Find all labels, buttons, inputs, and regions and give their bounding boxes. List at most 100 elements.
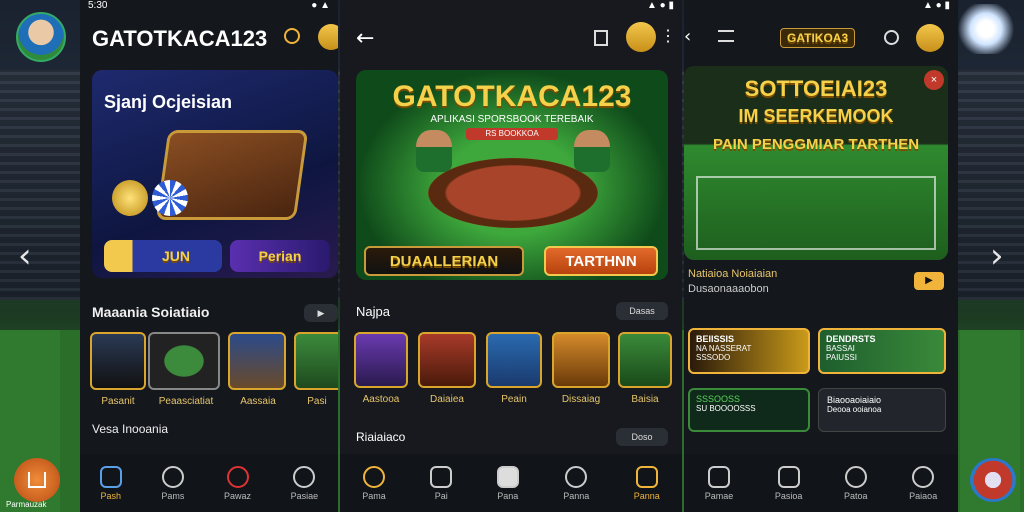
promo-card-1[interactable]: BEIISSIS NA NASSERAT SSSODO bbox=[688, 328, 810, 374]
back-icon[interactable]: ← bbox=[356, 26, 374, 51]
nav-item-live[interactable]: Pasioa bbox=[775, 465, 802, 501]
back-icon[interactable]: ‹ bbox=[684, 26, 691, 47]
section2-title: Riaiaiaco bbox=[356, 430, 406, 444]
app-icon-badge[interactable] bbox=[970, 458, 1016, 502]
nav-item-settings[interactable]: Patoa bbox=[844, 465, 868, 501]
section2-more-chip[interactable]: Doso bbox=[616, 428, 668, 446]
promo-card-4[interactable]: Biaooaoiaiaio Deooa ooianoa bbox=[818, 388, 946, 432]
status-bar: ▲ ● ▮ bbox=[684, 0, 958, 12]
logo: GATIKOA3 bbox=[780, 28, 856, 48]
info-subtitle: Dusaonaaaobon bbox=[688, 283, 769, 295]
tv-icon bbox=[777, 465, 800, 488]
game-label-4: Pasi bbox=[307, 396, 327, 407]
home-button[interactable] bbox=[14, 458, 60, 502]
nav-item-profile[interactable]: Pama bbox=[362, 465, 386, 501]
bottom-nav: Pama Pai Pana Panna Panna bbox=[340, 454, 682, 512]
casino-chips-icon bbox=[152, 180, 188, 216]
status-bar: 5:30 ● ▲ bbox=[80, 0, 338, 12]
app-title: GATOTKACA123 bbox=[92, 26, 268, 51]
promo-card-2[interactable]: DENDRSTS BASSAI PAIUSSI bbox=[818, 328, 946, 374]
more-icon[interactable]: ⋮ bbox=[660, 26, 676, 46]
promo-card-3[interactable]: SSSOOSS SU BOOOOSSS bbox=[688, 388, 810, 432]
status-icons: ▲ ● ▮ bbox=[647, 0, 674, 11]
info-title: Natiaioa Noiaiaian bbox=[688, 268, 778, 280]
nav-item-bets[interactable]: Pai bbox=[430, 465, 453, 501]
search-icon[interactable] bbox=[284, 28, 300, 44]
hero-join-button[interactable]: JUN bbox=[104, 240, 222, 272]
chat-icon[interactable] bbox=[626, 22, 656, 52]
hero-cta-left[interactable]: DUAALLERIAN bbox=[364, 246, 524, 276]
bottom-nav: Pash Pams Pawaz Pasiae bbox=[80, 454, 338, 512]
status-bar: ▲ ● ▮ bbox=[340, 0, 682, 12]
phone-screen-home: 5:30 ● ▲ GATOTKACA123 Sjanj Ocjeisian JU… bbox=[80, 0, 338, 512]
account-icon bbox=[912, 465, 935, 488]
menu-icon bbox=[635, 465, 658, 488]
field-lines bbox=[696, 176, 936, 250]
search-icon[interactable] bbox=[884, 30, 899, 45]
gear-icon bbox=[844, 465, 867, 488]
hero-promo-button[interactable]: Perian bbox=[230, 240, 330, 272]
profile-icon bbox=[293, 465, 316, 488]
sports-icon bbox=[161, 465, 184, 488]
hero-line2: IM SEERKEMOOK bbox=[738, 106, 894, 126]
hero-tag: RS BOOKKOA bbox=[466, 128, 558, 140]
game-label-2: Peaasciatiat bbox=[158, 396, 214, 407]
section-more-chip[interactable]: Dasas bbox=[616, 302, 668, 320]
nav-item-live[interactable]: Pana bbox=[496, 465, 519, 501]
game-tile-2[interactable] bbox=[418, 332, 476, 388]
game-tile-4[interactable] bbox=[552, 332, 610, 388]
nav-item-home[interactable]: Pash bbox=[99, 465, 122, 501]
section-title: Maaania Soiatiaio bbox=[92, 304, 210, 320]
game-tile-1[interactable] bbox=[90, 332, 146, 390]
phone-screen-sportsbook: ▲ ● ▮ ← ⋮ GATOTKACA123 APLIKASI SPORSBOO… bbox=[340, 0, 682, 512]
game-label-4: Dissaiag bbox=[561, 394, 601, 405]
game-label-3: Aassaia bbox=[240, 396, 276, 407]
close-icon[interactable]: × bbox=[924, 70, 944, 90]
game-tile-3[interactable] bbox=[228, 332, 286, 390]
gift-icon bbox=[226, 465, 249, 488]
nav-item-menu[interactable]: Panna bbox=[634, 465, 660, 501]
home-nav-icon bbox=[708, 465, 731, 488]
game-tile-5[interactable] bbox=[618, 332, 672, 388]
info-arrow-button[interactable]: ▶ bbox=[914, 272, 944, 290]
section-more-chip[interactable]: ▶ bbox=[304, 304, 338, 322]
nav-item-account[interactable]: Paiaoa bbox=[909, 465, 937, 501]
home-icon bbox=[28, 472, 46, 488]
carousel-prev-arrow[interactable]: ‹ bbox=[18, 236, 32, 276]
status-icons: ● ▲ bbox=[311, 0, 330, 11]
status-time: 5:30 bbox=[88, 0, 108, 11]
live-icon bbox=[496, 465, 519, 488]
game-tile-1[interactable] bbox=[354, 332, 408, 388]
game-tile-3[interactable] bbox=[486, 332, 542, 388]
hero-title: GATOTKACA123 bbox=[392, 80, 632, 113]
home-nav-icon bbox=[99, 465, 122, 488]
section2-title: Vesa Inooania bbox=[92, 422, 169, 436]
game-tile-4[interactable] bbox=[294, 332, 338, 390]
chat-icon[interactable] bbox=[318, 24, 338, 50]
carousel-next-arrow[interactable]: › bbox=[990, 236, 1004, 276]
nav-item-sports[interactable]: Pams bbox=[161, 465, 184, 501]
menu-icon[interactable] bbox=[718, 30, 734, 42]
game-label-2: Daiaiea bbox=[430, 394, 464, 405]
ticket-icon bbox=[430, 465, 453, 488]
bottom-nav: Pamae Pasioa Patoa Paiaoa bbox=[684, 454, 958, 512]
chat-icon[interactable] bbox=[916, 24, 944, 52]
hero-line1: SOTTOEIAI23 bbox=[744, 76, 888, 101]
hero-banner[interactable]: Sjanj Ocjeisian JUN Perian bbox=[92, 70, 338, 278]
avatar[interactable] bbox=[16, 12, 66, 62]
game-label-3: Peain bbox=[501, 394, 527, 405]
hero-banner[interactable]: GATOTKACA123 APLIKASI SPORSBOOK TEREBAIK… bbox=[356, 70, 668, 280]
casino-table-illustration bbox=[428, 158, 598, 228]
player-left bbox=[416, 130, 452, 172]
nav-item-promo[interactable]: Pawaz bbox=[224, 465, 251, 501]
nav-item-profile[interactable]: Pasiae bbox=[291, 465, 318, 501]
hero-title: Sjanj Ocjeisian bbox=[104, 92, 233, 112]
avatar-icon bbox=[362, 465, 385, 488]
controller-icon bbox=[565, 465, 588, 488]
hero-cta-right[interactable]: TARTHNN bbox=[544, 246, 658, 276]
game-tile-2[interactable] bbox=[148, 332, 220, 390]
bookmark-icon[interactable] bbox=[594, 30, 608, 46]
nav-item-home[interactable]: Pamae bbox=[705, 465, 733, 501]
hero-banner[interactable]: SOTTOEIAI23 IM SEERKEMOOK PAIN PENGGMIAR… bbox=[684, 66, 948, 260]
nav-item-games[interactable]: Panna bbox=[563, 465, 589, 501]
